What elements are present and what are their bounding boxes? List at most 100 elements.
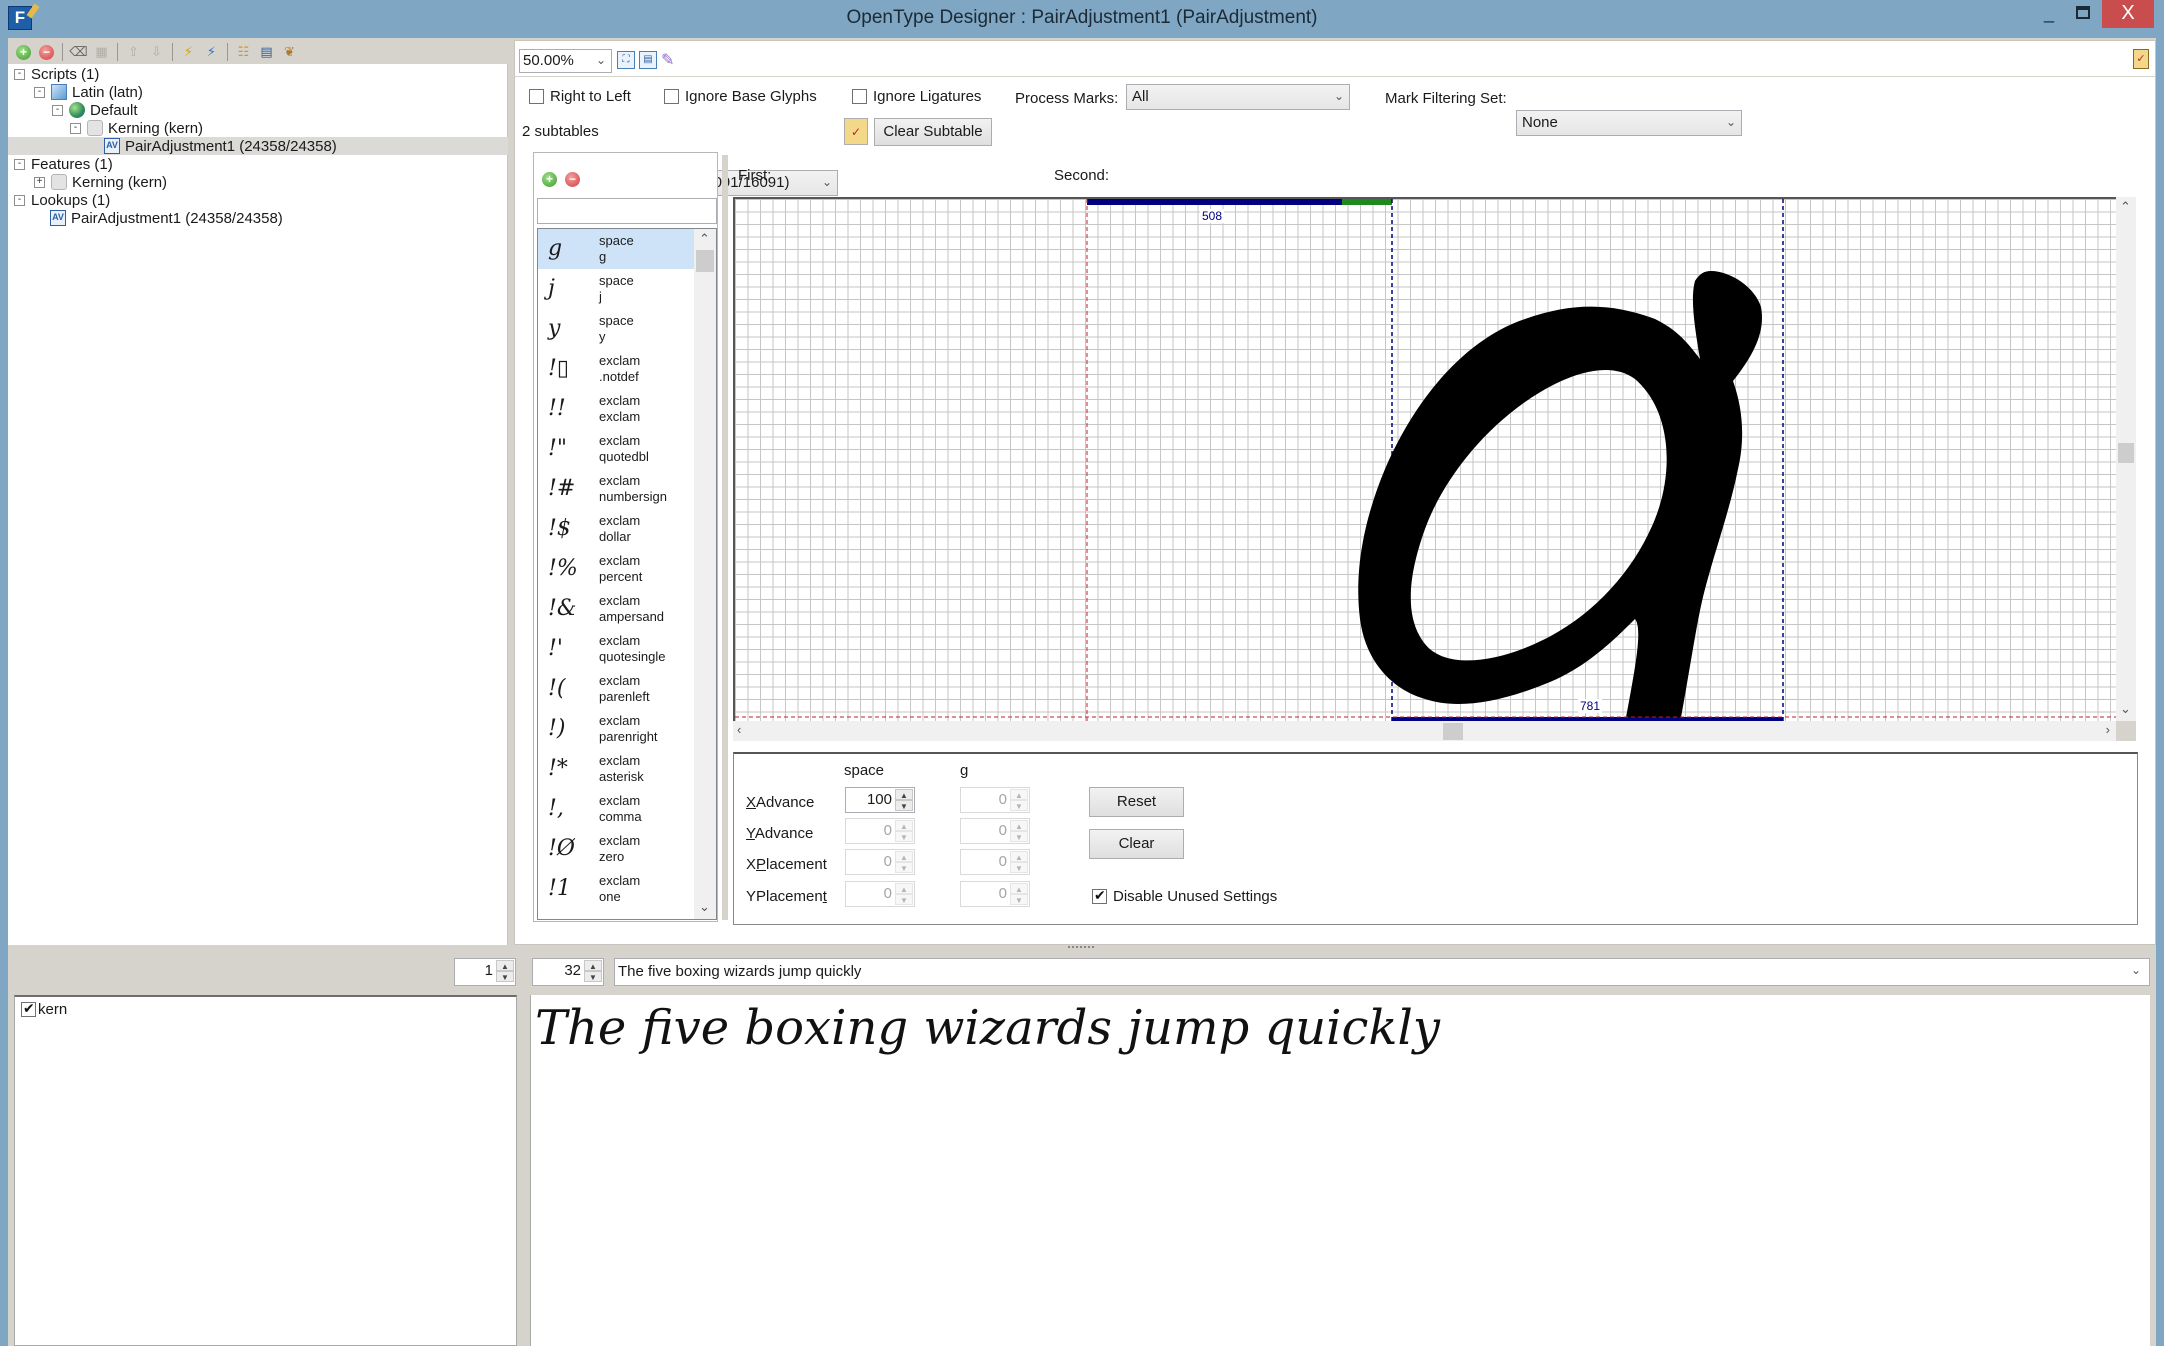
- xplacement-first-spinner[interactable]: 0 ▲ ▼: [845, 849, 915, 875]
- scroll-up-icon[interactable]: ⌃: [699, 231, 710, 247]
- collapse-icon[interactable]: -: [52, 104, 63, 116]
- tree-item-default[interactable]: - Default: [52, 101, 138, 119]
- tree-item-latin[interactable]: - Latin (latn): [34, 83, 143, 101]
- tree-item-features[interactable]: - Features (1): [14, 155, 113, 173]
- spin-down-icon[interactable]: ▼: [584, 971, 602, 982]
- right-to-left-checkbox[interactable]: Right to Left: [529, 88, 631, 105]
- spin-down-icon[interactable]: ▼: [1010, 800, 1028, 811]
- pair-list-item[interactable]: !' exclam quotesingle: [538, 629, 694, 669]
- tree-item-lookups[interactable]: - Lookups (1): [14, 191, 110, 209]
- splitter-grip-icon[interactable]: [1068, 946, 1094, 950]
- vertical-splitter[interactable]: [722, 155, 728, 920]
- spin-down-icon[interactable]: ▼: [496, 971, 514, 982]
- clipboard-icon[interactable]: ✓: [2133, 49, 2149, 69]
- feature-item-kern[interactable]: kern: [21, 1000, 67, 1018]
- spin-up-icon[interactable]: ▲: [496, 960, 514, 971]
- pair-list-item[interactable]: !& exclam ampersand: [538, 589, 694, 629]
- canvas-horizontal-thumb[interactable]: [1443, 723, 1463, 740]
- expand-icon[interactable]: +: [34, 176, 45, 188]
- count-spinner[interactable]: 1 ▲ ▼: [454, 958, 516, 986]
- pair-list-item[interactable]: y space y: [538, 309, 694, 349]
- font-size-spinner[interactable]: 32 ▲ ▼: [532, 958, 604, 986]
- pair-list-item[interactable]: !Ø exclam zero: [538, 829, 694, 869]
- pair-list-item[interactable]: !, exclam comma: [538, 789, 694, 829]
- spin-down-icon[interactable]: ▼: [895, 862, 913, 873]
- table-icon[interactable]: ▤: [639, 51, 657, 69]
- pair-list-item[interactable]: !$ exclam dollar: [538, 509, 694, 549]
- pair-list-item[interactable]: !(exclam parenleft: [538, 669, 694, 709]
- spin-down-icon[interactable]: ▼: [1010, 894, 1028, 905]
- spin-up-icon[interactable]: ▲: [895, 851, 913, 862]
- scroll-up-icon[interactable]: ⌃: [2120, 199, 2131, 215]
- pair-list-item[interactable]: !! exclam exclam: [538, 389, 694, 429]
- reset-button[interactable]: Reset: [1089, 787, 1184, 817]
- pair-list-item[interactable]: !# exclam numbersign: [538, 469, 694, 509]
- pair-list-item[interactable]: !1 exclam one: [538, 869, 694, 909]
- spin-down-icon[interactable]: ▼: [895, 831, 913, 842]
- remove-pair-button[interactable]: −: [565, 170, 580, 187]
- add-pair-button[interactable]: +: [542, 170, 557, 187]
- scroll-right-icon[interactable]: ›: [2106, 722, 2110, 737]
- pair-list-item[interactable]: !" exclam quotedbl: [538, 429, 694, 469]
- ignore-ligatures-checkbox[interactable]: Ignore Ligatures: [852, 88, 981, 105]
- checkbox-box[interactable]: [21, 1000, 36, 1017]
- spin-up-icon[interactable]: ▲: [895, 883, 913, 894]
- pair-list-item[interactable]: g space g: [538, 229, 694, 269]
- pair-list-item[interactable]: !% exclam percent: [538, 549, 694, 589]
- checkbox-box[interactable]: [852, 89, 867, 104]
- tree-item-scripts[interactable]: - Scripts (1): [14, 65, 99, 83]
- ignore-base-glyphs-checkbox[interactable]: Ignore Base Glyphs: [664, 88, 817, 105]
- disable-unused-settings-checkbox[interactable]: Disable Unused Settings: [1092, 887, 1277, 905]
- spin-up-icon[interactable]: ▲: [1010, 851, 1028, 862]
- clear-subtable-button[interactable]: Clear Subtable: [874, 118, 992, 146]
- broom-icon[interactable]: ❦: [280, 43, 299, 62]
- yplacement-first-spinner[interactable]: 0 ▲ ▼: [845, 881, 915, 907]
- minimize-button[interactable]: _: [2034, 0, 2064, 28]
- add-icon[interactable]: +: [14, 43, 33, 62]
- scroll-left-icon[interactable]: ‹: [737, 722, 741, 737]
- tree-item-features-kerning[interactable]: + Kerning (kern): [34, 173, 167, 191]
- spin-down-icon[interactable]: ▼: [895, 800, 913, 811]
- fit-icon[interactable]: ⛶: [617, 51, 635, 69]
- spin-down-icon[interactable]: ▼: [895, 894, 913, 905]
- collapse-icon[interactable]: -: [70, 122, 81, 134]
- pair-list[interactable]: g space g j space j y space y !▯ exclam .notdef!! ex…: [537, 228, 717, 920]
- lightning-tag-icon[interactable]: ⚡: [179, 43, 198, 62]
- pair-list-scrollbar[interactable]: ⌃ ⌄: [694, 229, 716, 919]
- maximize-button[interactable]: [2068, 0, 2098, 28]
- pair-list-item[interactable]: j space j: [538, 269, 694, 309]
- move-down-icon[interactable]: ⇩: [147, 43, 166, 62]
- scroll-down-icon[interactable]: ⌄: [2120, 701, 2131, 717]
- spin-up-icon[interactable]: ▲: [1010, 820, 1028, 831]
- spin-down-icon[interactable]: ▼: [1010, 831, 1028, 842]
- spin-up-icon[interactable]: ▲: [895, 820, 913, 831]
- pair-list-item[interactable]: !* exclam asterisk: [538, 749, 694, 789]
- checkbox-box[interactable]: [1092, 887, 1107, 904]
- collapse-icon[interactable]: -: [14, 158, 25, 170]
- tag-icon[interactable]: ⌫: [69, 43, 88, 62]
- spin-up-icon[interactable]: ▲: [1010, 883, 1028, 894]
- tree-item-kerning[interactable]: - Kerning (kern): [70, 119, 203, 137]
- yadvance-first-spinner[interactable]: 0 ▲ ▼: [845, 818, 915, 844]
- spin-down-icon[interactable]: ▼: [1010, 862, 1028, 873]
- spin-up-icon[interactable]: ▲: [584, 960, 602, 971]
- lightning-icon[interactable]: ⚡: [202, 43, 221, 62]
- pair-filter-input[interactable]: [537, 198, 717, 224]
- checkbox-box[interactable]: [664, 89, 679, 104]
- yplacement-second-spinner[interactable]: 0 ▲ ▼: [960, 881, 1030, 907]
- tree-item-pairadjustment-selected[interactable]: AV PairAdjustment1 (24358/24358): [8, 137, 508, 155]
- move-up-icon[interactable]: ⇧: [124, 43, 143, 62]
- tree-icon[interactable]: ☷: [234, 43, 253, 62]
- remove-icon[interactable]: −: [37, 43, 56, 62]
- canvas-vertical-thumb[interactable]: [2118, 443, 2134, 463]
- glyph-class-icon[interactable]: ▦: [92, 43, 111, 62]
- scroll-down-icon[interactable]: ⌄: [699, 899, 710, 915]
- pair-list-item[interactable]: !) exclam parenright: [538, 709, 694, 749]
- zoom-select[interactable]: 50.00% ⌄: [519, 49, 612, 73]
- mark-filtering-select[interactable]: None ⌄: [1516, 110, 1742, 136]
- preview-text-combo[interactable]: The five boxing wizards jump quickly ⌄: [614, 958, 2150, 986]
- pair-list-scroll-thumb[interactable]: [696, 250, 714, 272]
- collapse-icon[interactable]: -: [34, 86, 45, 98]
- spin-up-icon[interactable]: ▲: [1010, 789, 1028, 800]
- window-icon[interactable]: ▤: [257, 43, 276, 62]
